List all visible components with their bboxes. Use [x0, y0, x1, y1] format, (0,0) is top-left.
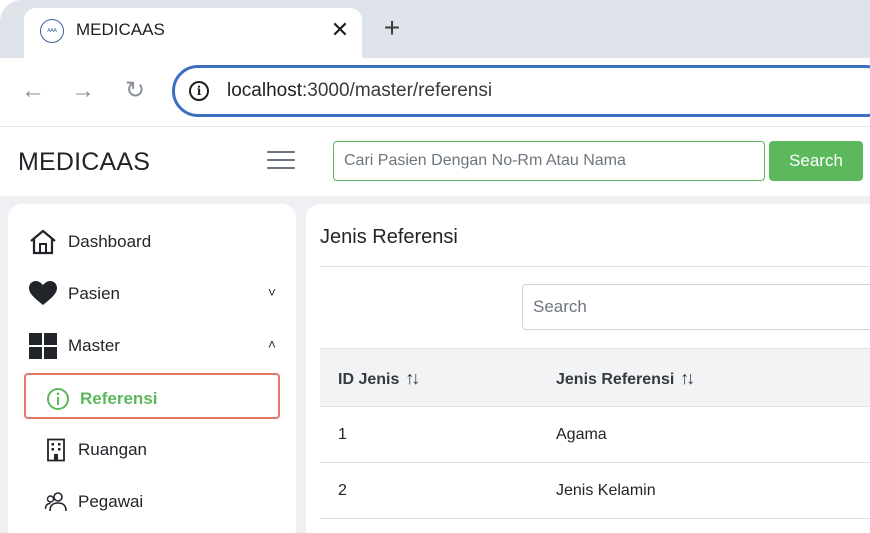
search-button[interactable]: Search [769, 141, 863, 181]
table-row[interactable]: 1 Agama [320, 407, 870, 463]
hamburger-menu-icon[interactable] [267, 151, 295, 171]
app-body: Dashboard Pasien ˅ Master ˄ Referensi Ru… [0, 196, 870, 533]
url-host: localhost [227, 80, 302, 101]
plus-icon[interactable]: + [378, 14, 406, 42]
close-icon[interactable]: ✕ [328, 18, 352, 42]
table-header: ID Jenis ↑↓ Jenis Referensi ↑↓ [320, 348, 870, 407]
sidebar-subitem-label: Pegawai [78, 492, 144, 511]
divider [320, 266, 870, 267]
sidebar-subitem-pegawai[interactable]: Pegawai [24, 478, 280, 524]
page-title: Jenis Referensi [320, 226, 458, 248]
sidebar: Dashboard Pasien ˅ Master ˄ Referensi Ru… [8, 204, 296, 533]
home-icon [30, 229, 56, 255]
sidebar-subitem-label: Ruangan [78, 440, 148, 459]
heart-icon [29, 281, 57, 305]
building-icon [47, 438, 65, 462]
column-header-label: ID Jenis [338, 371, 400, 388]
sidebar-item-dashboard[interactable]: Dashboard [24, 222, 280, 262]
app-header: MEDICAAS Search [0, 126, 870, 196]
sidebar-subitem-ruangan[interactable]: Ruangan [24, 426, 280, 472]
column-header-jenis-referensi[interactable]: Jenis Referensi ↑↓ [556, 368, 695, 390]
chevron-down-icon[interactable]: ˅ [268, 282, 276, 302]
column-header-id-jenis[interactable]: ID Jenis ↑↓ [338, 368, 420, 390]
sidebar-subitem-label: Referensi [80, 389, 158, 408]
arrow-right-icon[interactable]: → [68, 76, 98, 106]
tab-title: MEDICAAS [76, 20, 165, 39]
site-info-icon[interactable]: i [189, 81, 209, 101]
sort-icon[interactable]: ↑↓ [405, 368, 420, 388]
sidebar-item-label: Dashboard [68, 232, 152, 251]
sidebar-subitem-referensi[interactable]: Referensi [24, 373, 280, 419]
table-cell-jenis: Agama [556, 426, 607, 443]
table-cell-id: 2 [338, 482, 347, 499]
address-bar[interactable]: i localhost:3000/master/referensi [172, 65, 870, 117]
sort-icon[interactable]: ↑↓ [680, 368, 695, 388]
table-search-input[interactable] [522, 284, 870, 330]
favicon-icon: AAA [40, 19, 64, 43]
sidebar-item-label: Pasien [68, 284, 120, 303]
table-cell-jenis: Jenis Kelamin [556, 482, 656, 499]
reload-icon[interactable]: ↻ [120, 76, 150, 106]
patient-search-input[interactable] [333, 141, 765, 181]
url-path: :3000/master/referensi [302, 80, 493, 101]
column-header-label: Jenis Referensi [556, 371, 675, 388]
grid-icon [29, 333, 57, 359]
browser-chrome: AAA MEDICAAS ✕ + ← → ↻ i localhost:3000/… [0, 0, 870, 126]
table-row[interactable]: 2 Jenis Kelamin [320, 463, 870, 519]
sidebar-item-pasien[interactable]: Pasien ˅ [24, 274, 280, 314]
brand-logo[interactable]: MEDICAAS [18, 147, 150, 177]
info-circle-icon [47, 388, 69, 410]
arrow-left-icon[interactable]: ← [18, 76, 48, 106]
sidebar-item-label: Master [68, 336, 120, 355]
browser-toolbar: ← → ↻ i localhost:3000/master/referensi [0, 58, 870, 126]
tab-strip: AAA MEDICAAS ✕ + [0, 0, 870, 58]
browser-tab[interactable]: AAA MEDICAAS ✕ [24, 8, 362, 58]
content-card: Jenis Referensi ID Jenis ↑↓ Jenis Referen… [306, 204, 870, 533]
people-icon [44, 492, 67, 512]
chevron-up-icon[interactable]: ˄ [268, 334, 276, 354]
sidebar-item-master[interactable]: Master ˄ [24, 326, 280, 366]
url-text[interactable]: localhost:3000/master/referensi [227, 79, 492, 103]
table-cell-id: 1 [338, 426, 347, 443]
